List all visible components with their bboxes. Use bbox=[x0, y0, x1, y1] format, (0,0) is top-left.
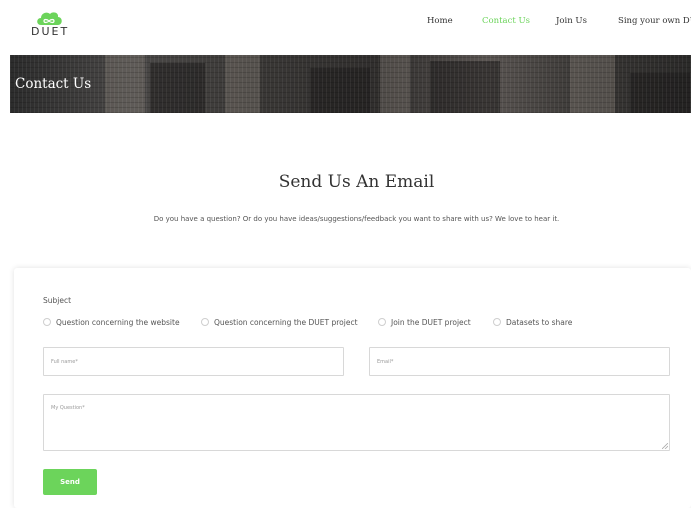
nav-home[interactable]: Home bbox=[427, 16, 453, 26]
subject-label: Subject bbox=[43, 296, 72, 305]
radio-circle-icon[interactable] bbox=[493, 318, 501, 326]
radio-label: Join the DUET project bbox=[391, 317, 471, 327]
nav-contact-us[interactable]: Contact Us bbox=[482, 16, 530, 26]
nav-join-us[interactable]: Join Us bbox=[556, 16, 587, 26]
subject-option-datasets[interactable]: Datasets to share bbox=[493, 316, 572, 328]
full-name-input[interactable] bbox=[43, 347, 344, 376]
question-field-wrapper bbox=[43, 394, 670, 451]
page-title: Contact Us bbox=[15, 76, 92, 92]
radio-label: Question concerning the DUET project bbox=[214, 317, 358, 327]
section-subtitle: Do you have a question? Or do you have i… bbox=[153, 215, 560, 223]
resize-grip-icon[interactable] bbox=[662, 443, 668, 449]
subject-option-duet-project[interactable]: Question concerning the DUET project bbox=[201, 316, 358, 328]
contact-form-card: Subject Question concerning the website … bbox=[14, 268, 691, 508]
subject-option-website[interactable]: Question concerning the website bbox=[43, 316, 180, 328]
hero-texture bbox=[10, 55, 691, 113]
email-input[interactable] bbox=[369, 347, 670, 376]
radio-circle-icon[interactable] bbox=[378, 318, 386, 326]
main-nav: Home Contact Us Join Us Sing your own DU… bbox=[0, 16, 691, 30]
radio-label: Datasets to share bbox=[506, 317, 573, 327]
question-textarea[interactable] bbox=[43, 394, 670, 451]
radio-label: Question concerning the website bbox=[56, 317, 180, 327]
hero-banner: Contact Us bbox=[10, 55, 691, 113]
section-title: Send Us An Email bbox=[278, 172, 435, 192]
send-button[interactable]: Send bbox=[43, 469, 97, 495]
radio-circle-icon[interactable] bbox=[201, 318, 209, 326]
radio-circle-icon[interactable] bbox=[43, 318, 51, 326]
subject-option-join[interactable]: Join the DUET project bbox=[378, 316, 471, 328]
nav-sing-your-own-duet[interactable]: Sing your own DUET bbox=[618, 16, 691, 26]
site-header: DUET Home Contact Us Join Us Sing your o… bbox=[0, 0, 691, 55]
